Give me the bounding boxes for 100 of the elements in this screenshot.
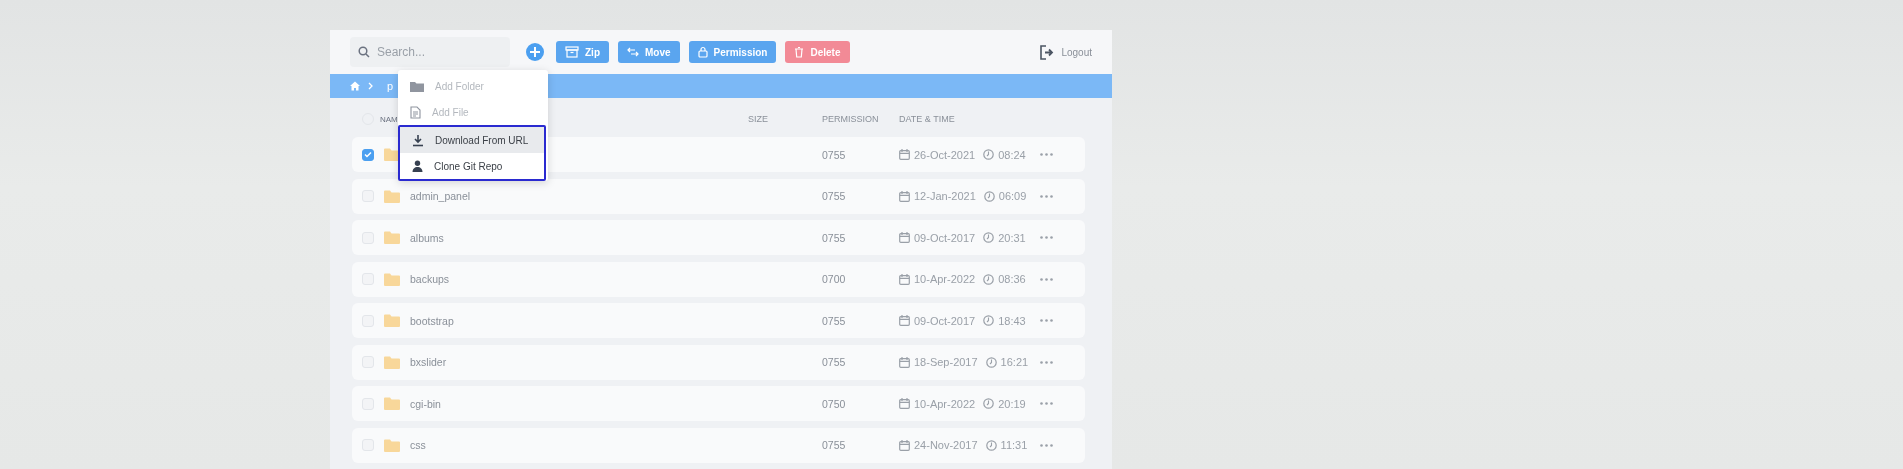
calendar-icon xyxy=(899,315,910,326)
folder-icon xyxy=(410,80,424,92)
home-icon xyxy=(350,81,360,91)
move-button[interactable]: Move xyxy=(618,41,680,63)
date-text: 26-Oct-2021 xyxy=(914,148,976,161)
breadcrumb-link[interactable]: p xyxy=(387,80,394,92)
file-row[interactable]: cgi-bin 0750 10-Apr-2022 20:19 xyxy=(352,386,1085,421)
folder-icon xyxy=(384,314,400,327)
calendar-icon xyxy=(899,149,910,160)
lock-icon xyxy=(697,46,708,58)
more-button[interactable] xyxy=(1040,153,1053,156)
permission-value: 0755 xyxy=(822,314,846,327)
checkbox[interactable] xyxy=(362,148,374,161)
folder-icon xyxy=(384,148,400,161)
time-text: 18:43 xyxy=(998,314,1026,327)
delete-button[interactable]: Delete xyxy=(785,41,850,63)
folder-icon xyxy=(384,397,400,410)
date-text: 09-Oct-2017 xyxy=(914,231,976,244)
permission-value: 0755 xyxy=(822,190,846,202)
date-text: 12-Jan-2021 xyxy=(914,190,976,202)
logout-button[interactable]: Logout xyxy=(1040,44,1092,60)
date-text: 10-Apr-2022 xyxy=(914,397,976,410)
date-text: 24-Nov-2017 xyxy=(914,439,978,451)
time-text: 16:21 xyxy=(1000,356,1029,368)
check-icon xyxy=(364,151,372,158)
folder-icon xyxy=(384,272,400,286)
file-row[interactable]: bootstrap 0755 09-Oct-2017 18:43 xyxy=(352,303,1085,338)
calendar-icon xyxy=(899,439,910,451)
add-button[interactable] xyxy=(526,43,544,61)
file-name[interactable]: admin_panel xyxy=(410,190,748,202)
column-header: PERMISSION xyxy=(822,114,879,124)
clock-icon xyxy=(983,190,995,202)
file-name[interactable]: bxslider xyxy=(410,356,748,368)
menu-item[interactable]: Download From URL xyxy=(400,127,544,153)
time-text: 20:19 xyxy=(998,397,1026,410)
file-icon xyxy=(410,105,421,119)
chevron-icon xyxy=(368,82,373,90)
more-button[interactable] xyxy=(1040,319,1053,322)
file-row[interactable]: bxslider 0755 18-Sep-2017 16:21 xyxy=(352,344,1085,380)
zip-button[interactable]: Zip xyxy=(556,41,609,63)
menu-item-label: Add Folder xyxy=(435,80,484,92)
ellipsis-icon xyxy=(1040,277,1053,281)
ellipsis-icon xyxy=(1040,153,1053,156)
file-name[interactable]: backups xyxy=(410,273,748,285)
file-row[interactable]: admin_panel 0755 12-Jan-2021 06:09 xyxy=(352,178,1085,214)
clock-icon xyxy=(985,356,997,368)
more-button[interactable] xyxy=(1040,360,1053,364)
file-row[interactable]: css 0755 24-Nov-2017 11:31 xyxy=(352,427,1085,463)
folder-icon xyxy=(384,189,400,203)
archive-icon xyxy=(565,46,579,58)
more-button[interactable] xyxy=(1040,236,1053,239)
file-name[interactable]: cgi-bin xyxy=(410,397,748,410)
more-button[interactable] xyxy=(1040,194,1053,198)
date-text: 10-Apr-2022 xyxy=(914,273,976,285)
user-icon xyxy=(412,160,423,172)
folder-icon xyxy=(384,231,400,244)
permission-value: 0755 xyxy=(822,356,846,368)
calendar-icon xyxy=(899,398,910,409)
ellipsis-icon xyxy=(1040,443,1053,447)
ellipsis-icon xyxy=(1040,194,1053,198)
file-name[interactable]: css xyxy=(410,439,748,451)
clock-icon xyxy=(983,315,995,326)
clock-icon xyxy=(983,149,995,160)
file-name[interactable]: albums xyxy=(410,231,748,244)
calendar-icon xyxy=(899,356,910,368)
arrows-icon xyxy=(627,47,639,57)
column-header: SIZE xyxy=(748,114,768,124)
date-text: 18-Sep-2017 xyxy=(914,356,978,368)
time-text: 20:31 xyxy=(998,231,1026,244)
permission-value: 0755 xyxy=(822,439,846,451)
more-button[interactable] xyxy=(1040,402,1053,405)
more-button[interactable] xyxy=(1040,443,1053,447)
search-icon xyxy=(358,46,370,58)
calendar-icon xyxy=(899,273,910,285)
ellipsis-icon xyxy=(1040,319,1053,322)
search-field[interactable]: Search... xyxy=(350,37,510,67)
file-name[interactable]: bootstrap xyxy=(410,314,748,327)
folder-icon xyxy=(384,355,400,369)
date-text: 09-Oct-2017 xyxy=(914,314,976,327)
permission-button[interactable]: Permission xyxy=(688,41,777,63)
menu-item-label: Add File xyxy=(432,106,469,118)
permission-value: 0755 xyxy=(822,231,846,244)
clock-icon xyxy=(983,398,995,409)
clock-icon xyxy=(983,273,995,285)
calendar-icon xyxy=(899,232,910,243)
file-row[interactable]: albums 0755 09-Oct-2017 20:31 xyxy=(352,220,1085,255)
plus-icon xyxy=(530,47,540,57)
more-button[interactable] xyxy=(1040,277,1053,281)
ellipsis-icon xyxy=(1040,236,1053,239)
logout-icon xyxy=(1040,44,1056,60)
time-text: 08:36 xyxy=(998,273,1026,285)
file-row[interactable]: backups 0700 10-Apr-2022 08:36 xyxy=(352,261,1085,297)
column-header: DATE & TIME xyxy=(899,114,955,124)
clock-icon xyxy=(985,439,997,451)
ellipsis-icon xyxy=(1040,360,1053,364)
time-text: 06:09 xyxy=(998,190,1027,202)
folder-icon xyxy=(384,438,400,452)
menu-item-label: Clone Git Repo xyxy=(434,160,503,172)
clock-icon xyxy=(983,232,995,243)
permission-value: 0750 xyxy=(822,397,846,410)
